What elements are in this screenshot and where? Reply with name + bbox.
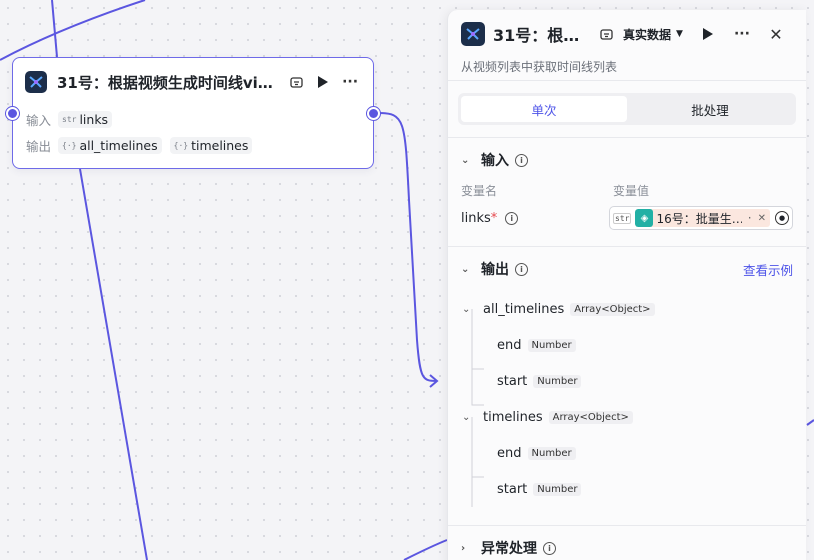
required-mark: * (490, 210, 498, 226)
plugin-logo-icon (25, 71, 47, 93)
info-icon[interactable]: i (515, 153, 528, 167)
var-value-field[interactable]: str ◈ 16号：批量生… · ✕ ● (609, 206, 793, 230)
col-var-name: 变量名 (461, 184, 498, 198)
run-icon[interactable] (697, 23, 719, 45)
tree-item-name: start (497, 373, 528, 389)
ref-suffix: · (747, 211, 752, 225)
output-tag-timelines: {·} timelines (169, 136, 253, 154)
string-type-icon: str (613, 212, 632, 224)
divider (448, 80, 806, 81)
variable-picker-icon[interactable]: ● (775, 211, 789, 225)
tree-item-start: start Number (462, 363, 806, 399)
type-badge: Number (527, 338, 576, 352)
run-icon[interactable] (311, 71, 333, 93)
tree-item-name: all_timelines (483, 301, 565, 317)
chevron-down-icon: ⌄ (461, 154, 470, 166)
data-mode-dropdown[interactable]: 真实数据 ▼ (623, 26, 683, 43)
workflow-node-31[interactable]: 31号：根据视频生成时间线vi… ··· 输入 str links 输出 {·}… (6, 57, 380, 169)
tree-item-all-timelines[interactable]: ⌄ all_timelines Array<Object> (462, 291, 806, 327)
node-test-panel: 31号：根… 真实数据 ▼ ··· ✕ 从视频列表中获取时间线列表 单次 批处理… (447, 10, 806, 560)
type-badge: Array<Object> (570, 302, 655, 316)
variable-reference-chip: ◈ 16号：批量生… · ✕ (635, 209, 770, 227)
tree-item-start: start Number (462, 471, 806, 507)
object-type-icon: {·} (173, 140, 189, 150)
string-type-icon: str (62, 114, 77, 124)
output-section-title: 输出 (481, 262, 509, 278)
input-column-headers: 变量名 变量值 (448, 182, 806, 198)
input-var-row: links * i str ◈ 16号：批量生… · ✕ ● (448, 198, 806, 238)
caret-down-icon: ▼ (676, 29, 683, 39)
object-type-icon: {·} (62, 140, 77, 150)
tab-single[interactable]: 单次 (461, 96, 627, 122)
output-tree: ⌄ all_timelines Array<Object> end Number… (448, 291, 806, 507)
output-name: timelines (191, 137, 249, 153)
more-icon[interactable]: ··· (731, 23, 753, 45)
info-icon[interactable]: i (505, 211, 519, 225)
tree-item-name: timelines (483, 409, 543, 425)
exception-section-header[interactable]: › 异常处理 i (448, 526, 806, 560)
ref-label: 16号：批量生… (656, 211, 743, 226)
test-data-icon[interactable] (595, 23, 617, 45)
tree-item-name: end (497, 337, 522, 353)
chevron-down-icon: ⌄ (462, 411, 471, 423)
output-tag-all-timelines: {·} all_timelines (58, 136, 162, 154)
input-tag-links: str links (58, 110, 113, 128)
test-data-icon[interactable] (285, 71, 307, 93)
tree-item-name: end (497, 445, 522, 461)
info-icon[interactable]: i (515, 262, 528, 276)
more-icon[interactable]: ··· (339, 71, 361, 93)
input-section-title: 输入 (481, 153, 509, 169)
plugin-logo-icon (461, 22, 485, 46)
var-name: links (461, 210, 491, 226)
layers-icon: ◈ (635, 209, 654, 227)
chevron-down-icon: ⌄ (461, 263, 470, 275)
output-name: all_timelines (79, 137, 158, 153)
remove-ref-icon[interactable]: ✕ (758, 213, 766, 224)
tree-item-name: start (497, 481, 528, 497)
mode-tabs: 单次 批处理 (458, 93, 796, 125)
node-title: 31号：根据视频生成时间线vi… (57, 73, 273, 92)
tree-item-end: end Number (462, 327, 806, 363)
input-label: 输入 (26, 112, 52, 128)
chevron-right-icon: › (461, 542, 466, 554)
col-var-value: 变量值 (613, 184, 650, 198)
type-badge: Number (533, 482, 582, 496)
node-output-row: 输出 {·} all_timelines {·} timelines (13, 132, 373, 158)
exception-section-title: 异常处理 (481, 541, 537, 557)
type-badge: Array<Object> (548, 410, 633, 424)
tab-batch[interactable]: 批处理 (627, 96, 793, 122)
output-section-header[interactable]: ⌄ 输出 i 查看示例 (448, 247, 806, 291)
data-mode-label: 真实数据 (623, 27, 672, 42)
type-badge: Number (527, 446, 576, 460)
info-icon[interactable]: i (543, 541, 556, 555)
chevron-down-icon: ⌄ (462, 303, 471, 315)
input-name: links (79, 111, 109, 127)
view-example-link[interactable]: 查看示例 (743, 260, 793, 279)
panel-title: 31号：根… (493, 26, 580, 45)
type-badge: Number (533, 374, 582, 388)
node-input-row: 输入 str links (13, 106, 373, 132)
node-input-port[interactable] (6, 107, 19, 120)
panel-description: 从视频列表中获取时间线列表 (461, 60, 618, 74)
node-output-port[interactable] (367, 107, 380, 120)
tree-item-end: end Number (462, 435, 806, 471)
input-section-header[interactable]: ⌄ 输入 i (448, 138, 806, 182)
close-icon[interactable]: ✕ (765, 23, 787, 45)
output-label: 输出 (26, 138, 52, 154)
tree-item-timelines[interactable]: ⌄ timelines Array<Object> (462, 399, 806, 435)
